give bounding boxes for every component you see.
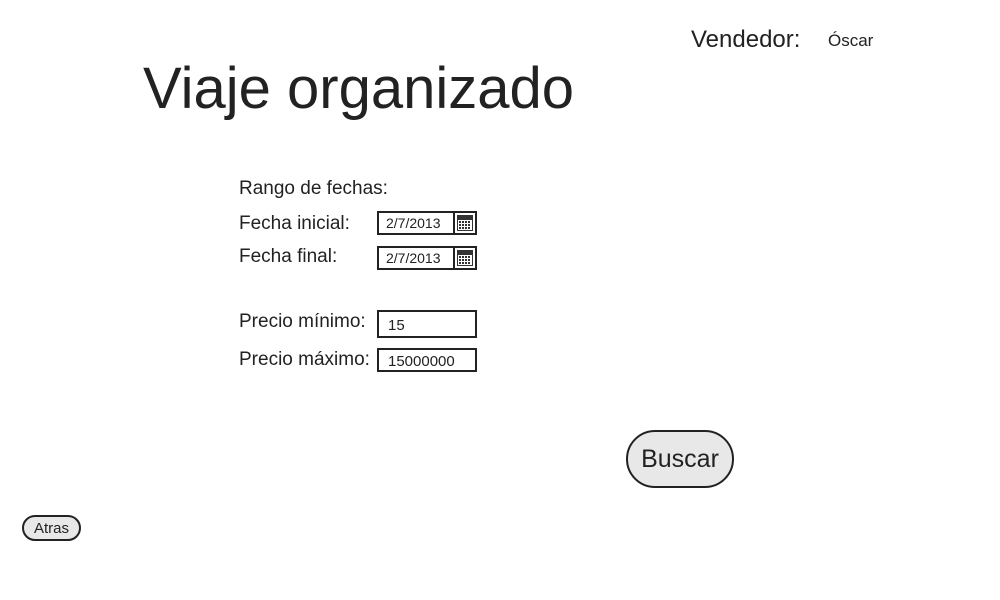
page: Vendedor: Óscar Viaje organizado Rango d… — [0, 0, 1000, 600]
start-date-calendar-button[interactable] — [453, 213, 475, 233]
end-date-label: Fecha final: — [239, 246, 338, 267]
max-price-input[interactable] — [379, 350, 475, 370]
start-date-label: Fecha inicial: — [239, 213, 350, 234]
min-price-field — [377, 310, 477, 338]
start-date-picker — [377, 211, 477, 235]
end-date-picker — [377, 246, 477, 270]
page-title: Viaje organizado — [143, 56, 575, 121]
calendar-icon — [457, 250, 473, 266]
max-price-label: Precio máximo: — [239, 349, 370, 370]
search-button[interactable]: Buscar — [626, 430, 734, 488]
end-date-calendar-button[interactable] — [453, 248, 475, 268]
seller-name: Óscar — [828, 31, 874, 50]
date-range-label: Rango de fechas: — [239, 178, 388, 199]
back-button[interactable]: Atras — [22, 515, 81, 541]
max-price-field — [377, 348, 477, 372]
calendar-icon — [457, 215, 473, 231]
min-price-label: Precio mínimo: — [239, 311, 366, 332]
min-price-input[interactable] — [379, 312, 475, 336]
seller-label: Vendedor: — [691, 26, 801, 53]
end-date-input[interactable] — [379, 248, 453, 268]
start-date-input[interactable] — [379, 213, 453, 233]
